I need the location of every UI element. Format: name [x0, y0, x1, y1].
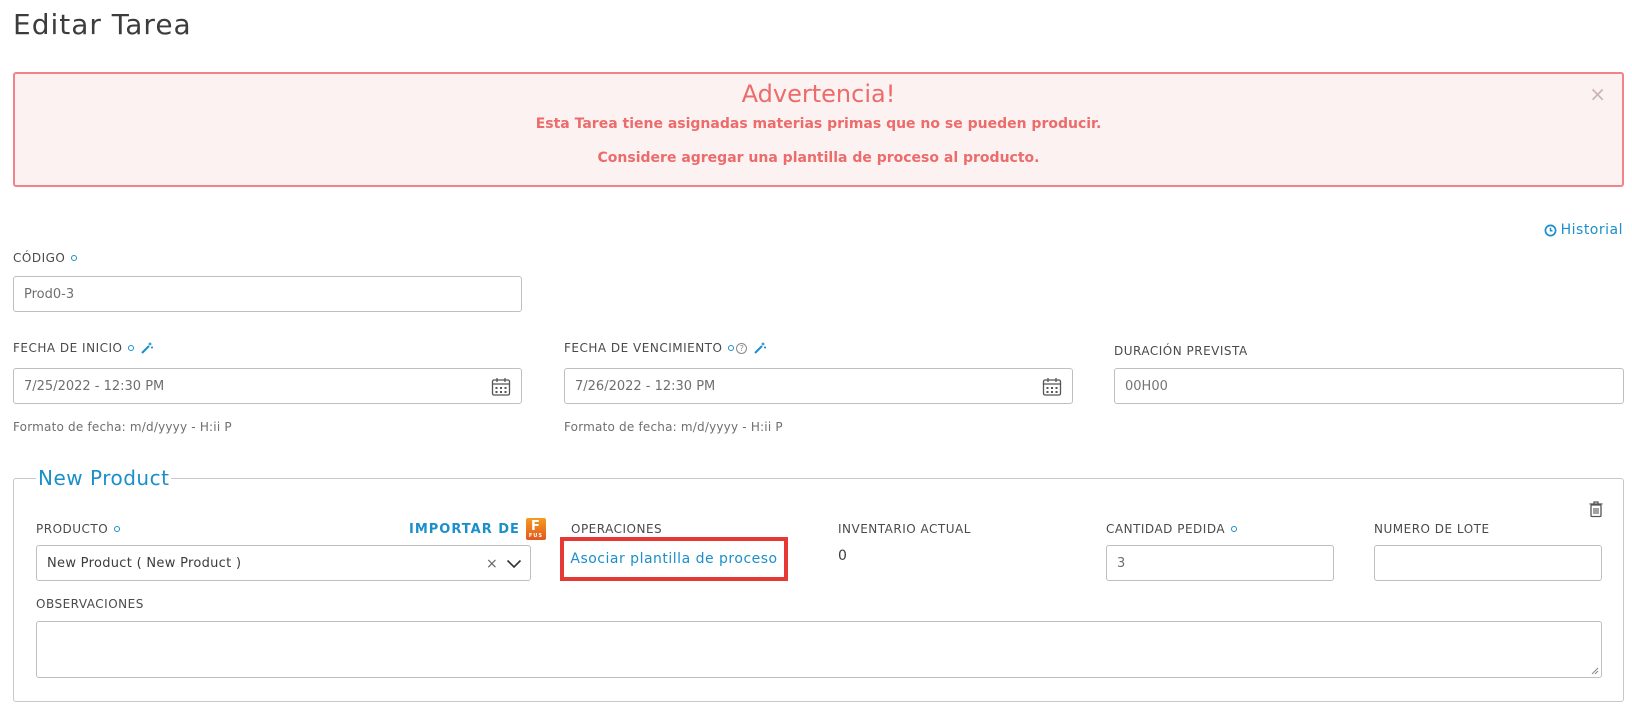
lote-label: NUMERO DE LOTE — [1374, 522, 1490, 536]
producto-selected-value: New Product ( New Product ) — [47, 555, 242, 571]
clear-icon[interactable]: × — [486, 556, 498, 572]
inventario-value: 0 — [838, 548, 847, 564]
cantidad-field[interactable] — [1106, 545, 1334, 581]
chevron-down-icon[interactable] — [506, 559, 522, 569]
lote-field[interactable] — [1374, 545, 1602, 581]
producto-select[interactable]: New Product ( New Product ) × — [36, 545, 531, 581]
page-title: Editar Tarea — [13, 8, 192, 41]
highlight-box: Asociar plantilla de proceso — [560, 537, 788, 581]
history-link[interactable]: Historial — [1544, 222, 1623, 238]
duracion-label: DURACIÓN PREVISTA — [1114, 344, 1248, 358]
fecha-inicio-hint: Formato de fecha: m/d/yyyy - H:ii P — [13, 420, 232, 434]
fecha-vencimiento-hint: Formato de fecha: m/d/yyyy - H:ii P — [564, 420, 783, 434]
fecha-vencimiento-field[interactable] — [564, 368, 1073, 404]
fecha-vencimiento-label-text: FECHA DE VENCIMIENTO — [564, 341, 723, 355]
associate-process-template-link[interactable]: Asociar plantilla de proceso — [570, 551, 777, 567]
alert-message-2: Considere agregar una plantilla de proce… — [597, 150, 1040, 166]
producto-label-text: PRODUCTO — [36, 522, 109, 536]
alert-message-1: Esta Tarea tiene asignadas materias prim… — [535, 116, 1102, 132]
required-icon — [71, 255, 78, 261]
fecha-vencimiento-input[interactable] — [575, 378, 1062, 394]
magic-wand-icon[interactable] — [140, 341, 154, 355]
history-label: Historial — [1560, 222, 1623, 238]
product-legend: New Product — [36, 466, 172, 490]
codigo-input[interactable] — [24, 286, 511, 302]
lote-input[interactable] — [1385, 555, 1591, 571]
cantidad-input[interactable] — [1117, 555, 1323, 571]
cantidad-label-text: CANTIDAD PEDIDA — [1106, 522, 1226, 536]
codigo-label-text: CÓDIGO — [13, 251, 66, 265]
codigo-field[interactable] — [13, 276, 522, 312]
required-icon — [128, 345, 135, 351]
observaciones-textarea[interactable] — [36, 621, 1602, 678]
magic-wand-icon[interactable] — [753, 341, 767, 355]
fecha-inicio-label: FECHA DE INICIO — [13, 341, 154, 355]
operaciones-label: OPERACIONES — [571, 522, 663, 536]
fusion-360-icon: F FUS — [525, 518, 546, 540]
warning-alert: Advertencia! Esta Tarea tiene asignadas … — [13, 72, 1624, 187]
close-icon[interactable]: × — [1589, 84, 1606, 104]
duracion-field[interactable] — [1114, 368, 1624, 404]
fecha-inicio-field[interactable] — [13, 368, 522, 404]
fecha-inicio-label-text: FECHA DE INICIO — [13, 341, 123, 355]
inventario-label: INVENTARIO ACTUAL — [838, 522, 971, 536]
fecha-vencimiento-label: FECHA DE VENCIMIENTO ? — [564, 341, 767, 355]
required-icon — [114, 526, 121, 532]
duracion-input[interactable] — [1125, 378, 1613, 394]
fecha-inicio-input[interactable] — [24, 378, 511, 394]
help-icon[interactable]: ? — [736, 342, 748, 354]
codigo-label: CÓDIGO — [13, 251, 78, 265]
fusion-logo-sub: FUS — [528, 533, 543, 539]
observaciones-label: OBSERVACIONES — [36, 597, 144, 611]
cantidad-label: CANTIDAD PEDIDA — [1106, 522, 1238, 536]
required-icon — [728, 345, 735, 351]
producto-label: PRODUCTO — [36, 522, 121, 536]
required-icon — [1231, 526, 1238, 532]
import-from-button[interactable]: IMPORTAR DE F FUS — [409, 518, 546, 540]
clock-icon — [1544, 224, 1557, 236]
alert-title: Advertencia! — [741, 80, 896, 108]
fusion-logo-letter: F — [530, 519, 541, 534]
calendar-icon[interactable] — [1042, 377, 1062, 397]
calendar-icon[interactable] — [491, 377, 511, 397]
import-from-label: IMPORTAR DE — [409, 521, 520, 537]
trash-icon[interactable] — [1588, 500, 1604, 518]
resize-handle-icon[interactable] — [1591, 667, 1599, 675]
